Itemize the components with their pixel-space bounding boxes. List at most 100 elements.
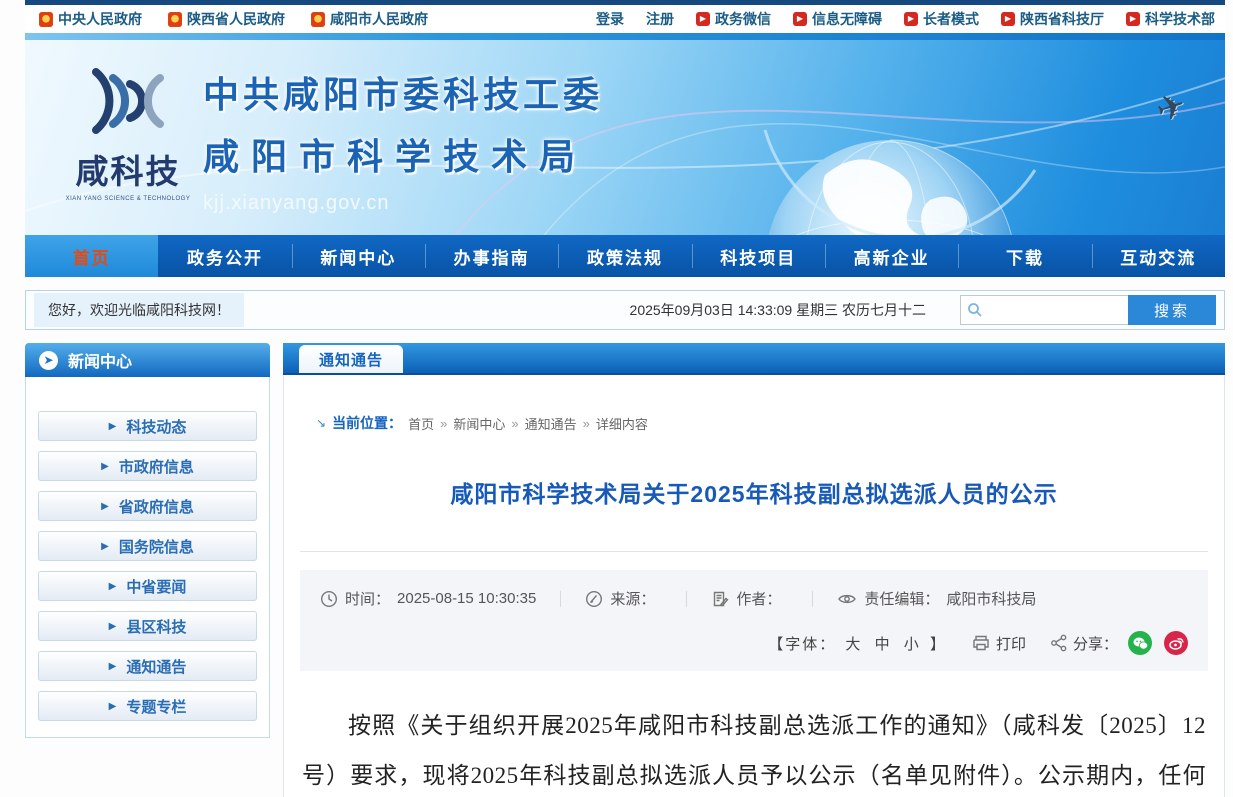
sidebar-item-tech-news[interactable]: ▶科技动态 — [38, 411, 257, 441]
sidebar-header-label: 新闻中心 — [68, 348, 132, 372]
sidebar-menu: ▶科技动态 ▶市政府信息 ▶省政府信息 ▶国务院信息 ▶中省要闻 ▶县区科技 ▶… — [25, 377, 270, 738]
sidebar-item-label: 市政府信息 — [119, 456, 194, 477]
quick-link-label: 长者模式 — [923, 9, 979, 29]
content-tab-bar: 通知通告 — [283, 343, 1225, 375]
search-input[interactable] — [960, 295, 1128, 325]
gov-links: 中央人民政府 陕西省人民政府 咸阳市人民政府 — [39, 9, 428, 29]
share-weibo-button[interactable] — [1164, 631, 1188, 655]
meta-divider — [560, 591, 561, 607]
meta-author: 作者： — [711, 588, 788, 609]
banner-titles: 中共咸阳市委科技工委 咸阳市科学技术局 kjj.xianyang.gov.cn — [203, 66, 603, 215]
font-size-small[interactable]: 小 — [904, 636, 921, 653]
arrow-circle-icon: ➤ — [39, 351, 58, 370]
logo-subtitle: XIAN YANG SCIENCE & TECHNOLOGY — [63, 196, 193, 202]
breadcrumb-separator: » — [583, 416, 590, 431]
sidebar-item-city-gov-info[interactable]: ▶ 市政府信息 — [38, 451, 257, 481]
logo-text: 咸科技 — [63, 145, 193, 193]
sidebar-item-label: 县区科技 — [126, 616, 186, 637]
info-bar: 您好，欢迎光临咸阳科技网！ 2025年09月03日 14:33:09 星期三 农… — [25, 290, 1225, 330]
breadcrumb-news-center[interactable]: 新闻中心 — [453, 414, 505, 433]
nav-hightech-enterprise[interactable]: 高新企业 — [825, 235, 958, 277]
sidebar-item-label: 科技动态 — [126, 416, 186, 437]
breadcrumb-separator: » — [511, 416, 518, 431]
wechat-icon — [1133, 637, 1148, 650]
link-elder-mode[interactable]: ▶长者模式 — [904, 9, 979, 29]
red-arrow-icon: ▶ — [696, 12, 710, 26]
nav-interaction[interactable]: 互动交流 — [1092, 235, 1225, 277]
sidebar-item-county-tech[interactable]: ▶县区科技 — [38, 611, 257, 641]
link-gov-wechat[interactable]: ▶政务微信 — [696, 9, 771, 29]
register-link[interactable]: 注册 — [646, 9, 674, 29]
triangle-icon: ▶ — [109, 661, 117, 672]
share-label: 分享： — [1073, 633, 1118, 654]
top-right-links: 登录 注册 ▶政务微信 ▶信息无障碍 ▶长者模式 ▶陕西省科技厅 ▶科学技术部 — [596, 9, 1215, 29]
top-link-bar: 中央人民政府 陕西省人民政府 咸阳市人民政府 登录 注册 ▶政务微信 ▶信息无障… — [25, 5, 1225, 33]
editor-value: 咸阳市科技局 — [946, 588, 1036, 609]
sidebar-item-label: 中省要闻 — [126, 576, 186, 597]
search-button[interactable]: 搜索 — [1128, 295, 1216, 325]
main-nav: 首页 政务公开 新闻中心 办事指南 政策法规 科技项目 高新企业 下载 互动交流 — [25, 235, 1225, 277]
nav-policy[interactable]: 政策法规 — [558, 235, 691, 277]
source-label: 来源： — [610, 588, 655, 609]
national-emblem-icon — [311, 12, 325, 27]
breadcrumb-notices[interactable]: 通知通告 — [525, 414, 577, 433]
meta-time: 时间： 2025-08-15 10:30:35 — [320, 588, 536, 609]
red-arrow-icon: ▶ — [793, 12, 807, 26]
breadcrumb: ↘ 当前位置： 首页 » 新闻中心 » 通知通告 » 详细内容 — [300, 375, 1208, 433]
font-size-medium[interactable]: 中 — [875, 636, 892, 653]
article-meta-box: 时间： 2025-08-15 10:30:35 来源： — [300, 570, 1208, 671]
nav-news-center[interactable]: 新闻中心 — [292, 235, 425, 277]
link-accessibility[interactable]: ▶信息无障碍 — [793, 9, 882, 29]
article-body-text: 按照《关于组织开展2025年咸阳市科技副总选派工作的通知》（咸科发〔2025〕1… — [302, 701, 1206, 797]
link-most[interactable]: ▶科学技术部 — [1126, 9, 1215, 29]
red-arrow-icon: ▶ — [1001, 12, 1015, 26]
share-control: 分享： — [1050, 633, 1118, 654]
breadcrumb-label: 当前位置： — [332, 413, 402, 433]
nav-gov-info[interactable]: 政务公开 — [158, 235, 291, 277]
breadcrumb-home[interactable]: 首页 — [408, 414, 434, 433]
title-divider — [300, 551, 1208, 552]
meta-divider — [686, 591, 687, 607]
red-arrow-icon: ▶ — [1126, 12, 1140, 26]
search-icon — [967, 302, 983, 318]
sidebar-item-special-columns[interactable]: ▶专题专栏 — [38, 691, 257, 721]
site-search: 搜索 — [960, 295, 1216, 325]
site-logo[interactable]: 咸科技 XIAN YANG SCIENCE & TECHNOLOGY — [63, 62, 193, 202]
nav-service-guide[interactable]: 办事指南 — [425, 235, 558, 277]
link-xianyang-gov[interactable]: 咸阳市人民政府 — [311, 9, 428, 29]
sidebar: ➤ 新闻中心 ▶科技动态 ▶市政府信息 ▶省政府信息 ▶国务院信息 ▶中省要闻 … — [25, 343, 270, 738]
sidebar-item-central-news[interactable]: ▶ 中省要闻 — [38, 571, 257, 601]
clock-icon — [320, 590, 338, 608]
breadcrumb-detail: 详细内容 — [596, 414, 648, 433]
sidebar-item-province-gov-info[interactable]: ▶省政府信息 — [38, 491, 257, 521]
breadcrumb-separator: » — [440, 416, 447, 431]
time-value: 2025-08-15 10:30:35 — [397, 590, 536, 607]
site-url: kjj.xianyang.gov.cn — [203, 192, 603, 215]
triangle-icon: ▶ — [101, 461, 109, 472]
tab-notices[interactable]: 通知通告 — [299, 345, 403, 373]
nav-tech-projects[interactable]: 科技项目 — [692, 235, 825, 277]
nav-home[interactable]: 首页 — [25, 235, 158, 277]
login-link[interactable]: 登录 — [596, 9, 624, 29]
sidebar-item-notices[interactable]: ▶通知通告 — [38, 651, 257, 681]
font-label-open: 【字体： — [768, 636, 836, 653]
font-size-control: 【字体： 大 中 小 】 — [768, 633, 947, 654]
site-banner: 咸科技 XIAN YANG SCIENCE & TECHNOLOGY 中共咸阳市… — [25, 40, 1225, 235]
welcome-text: 您好，欢迎光临咸阳科技网！ — [34, 293, 244, 327]
page: 中央人民政府 陕西省人民政府 咸阳市人民政府 登录 注册 ▶政务微信 ▶信息无障… — [0, 0, 1233, 797]
link-central-gov[interactable]: 中央人民政府 — [39, 9, 142, 29]
sidebar-item-state-council-info[interactable]: ▶国务院信息 — [38, 531, 257, 561]
font-size-large[interactable]: 大 — [845, 636, 862, 653]
share-wechat-button[interactable] — [1128, 631, 1152, 655]
eye-icon — [837, 590, 857, 608]
content-area: 通知通告 ↘ 当前位置： 首页 » 新闻中心 » 通知通告 » 详细内容 咸阳市… — [283, 343, 1225, 797]
national-emblem-icon — [168, 12, 182, 27]
quick-link-label: 陕西省科技厅 — [1020, 9, 1104, 29]
link-shaanxi-st-dept[interactable]: ▶ 陕西省科技厅 — [1001, 9, 1104, 29]
gov-link-label: 咸阳市人民政府 — [330, 9, 428, 29]
triangle-icon: ▶ — [109, 581, 117, 592]
print-button[interactable]: 打印 — [971, 633, 1026, 654]
breadcrumb-arrow-icon: ↘ — [316, 416, 326, 430]
link-shaanxi-gov[interactable]: 陕西省人民政府 — [168, 9, 285, 29]
nav-download[interactable]: 下载 — [958, 235, 1091, 277]
